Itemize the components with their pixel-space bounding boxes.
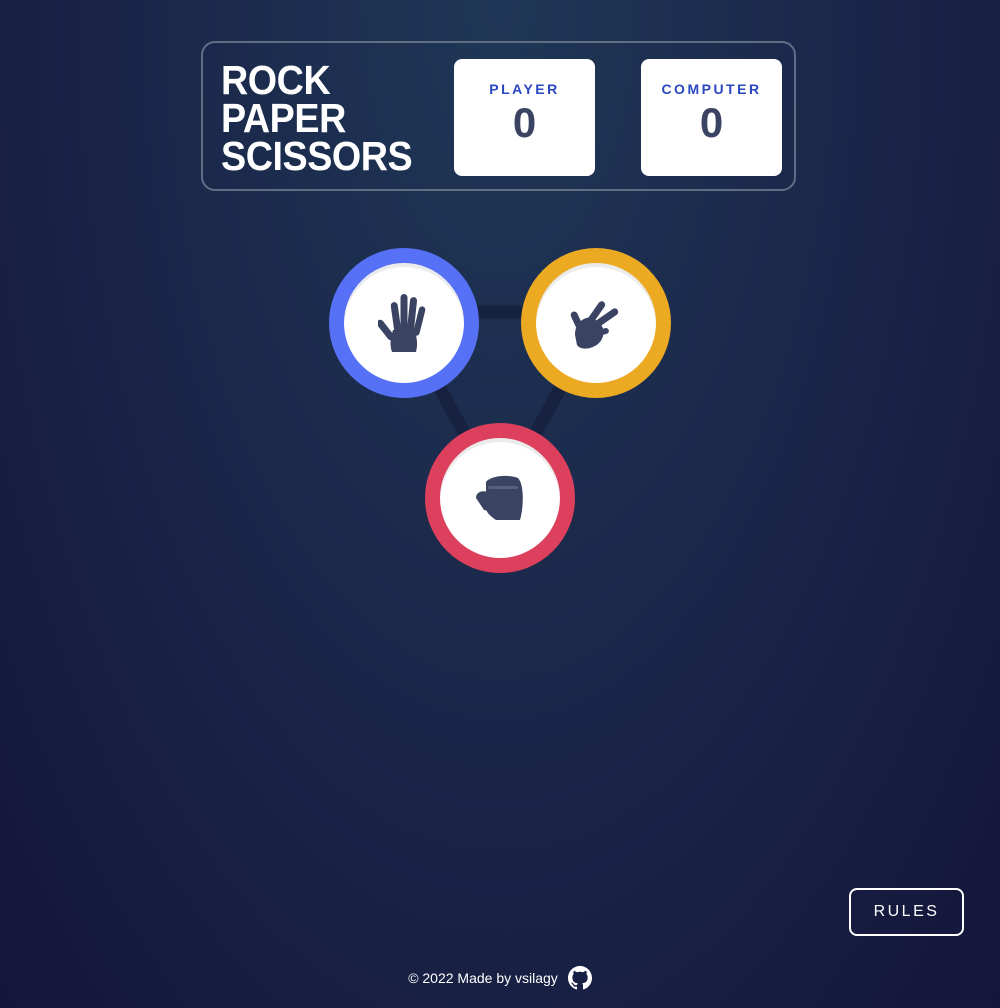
scissors-token-inner (536, 263, 656, 383)
rock-token-button[interactable] (425, 423, 575, 573)
game-board (0, 0, 1000, 620)
rock-token-inner (440, 438, 560, 558)
footer-credit: © 2022 Made by vsilagy (408, 970, 558, 986)
hand-paper-icon (378, 294, 426, 352)
scissors-token-button[interactable] (521, 248, 671, 398)
rules-button[interactable]: RULES (849, 888, 964, 936)
github-icon[interactable] (567, 966, 592, 990)
hand-rock-icon (476, 475, 523, 520)
hand-scissors-icon (570, 301, 619, 349)
footer: © 2022 Made by vsilagy (0, 962, 1000, 994)
paper-token-inner (344, 263, 464, 383)
paper-token-button[interactable] (329, 248, 479, 398)
